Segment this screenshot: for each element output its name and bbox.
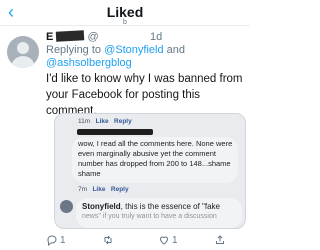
mention-ashsolbergblog[interactable]: @ashsolbergblog <box>46 57 132 69</box>
page-title: Liked <box>106 4 144 20</box>
reply-icon <box>47 235 57 246</box>
fb-comment-meta-2: 7m Like Reply <box>78 186 129 193</box>
share-icon <box>216 235 224 244</box>
reply-count: 1 <box>60 234 66 246</box>
heart-icon <box>159 236 169 245</box>
tweet-text: I'd like to know why I was banned from y… <box>46 73 243 117</box>
page-subtitle: b <box>123 19 127 26</box>
mention-joiner: and <box>163 44 185 56</box>
tweet-actions: 1 1 <box>46 234 250 250</box>
like-count: 1 <box>172 234 178 246</box>
reply-button[interactable]: 1 <box>46 234 66 246</box>
mention-stonyfield[interactable]: @Stonyfield <box>104 44 163 56</box>
retweet-button[interactable] <box>102 234 116 246</box>
retweet-icon <box>104 235 112 245</box>
redaction-mark <box>77 129 153 135</box>
fb-reply-author: Stonyfield <box>82 202 121 211</box>
fb-like-link: Like <box>92 186 106 193</box>
redaction-mark <box>56 30 85 42</box>
fb-reply-link: Reply <box>114 118 132 125</box>
fb-reply-cut-text: news" if you truly want to have a discus… <box>82 213 217 220</box>
top-bar: ‹ Liked b <box>0 0 250 26</box>
fb-comment-time: 7m <box>78 186 88 193</box>
avatar-body-shape <box>11 56 35 68</box>
fb-reply-link: Reply <box>110 186 129 193</box>
fb-comment-meta: 11m Like Reply <box>78 118 132 125</box>
tweet-header: E @ <box>46 30 99 43</box>
like-button[interactable]: 1 <box>158 234 178 246</box>
share-button[interactable] <box>214 234 226 246</box>
fb-comment-time: 11m <box>78 118 91 125</box>
avatar[interactable] <box>7 36 39 68</box>
fb-reply-text: Stonyfield, this is the essence of "fake <box>82 202 238 212</box>
embedded-facebook-screenshot[interactable]: 11m Like Reply wow, I read all the comme… <box>54 113 246 229</box>
fb-comment-text: wow, I read all the comments here. None … <box>78 139 233 178</box>
replying-to: Replying to @Stonyfield and <box>46 44 185 56</box>
replying-prefix: Replying to <box>46 44 105 56</box>
avatar-head-shape <box>17 42 29 54</box>
fb-like-link: Like <box>95 118 109 125</box>
fb-reply-avatar <box>60 200 73 213</box>
tweet-time: 1d <box>150 31 163 43</box>
fb-reply-body: , this is the essence of "fake <box>120 202 221 211</box>
author-handle[interactable]: @ <box>87 31 98 43</box>
author-name[interactable]: E <box>46 31 53 43</box>
